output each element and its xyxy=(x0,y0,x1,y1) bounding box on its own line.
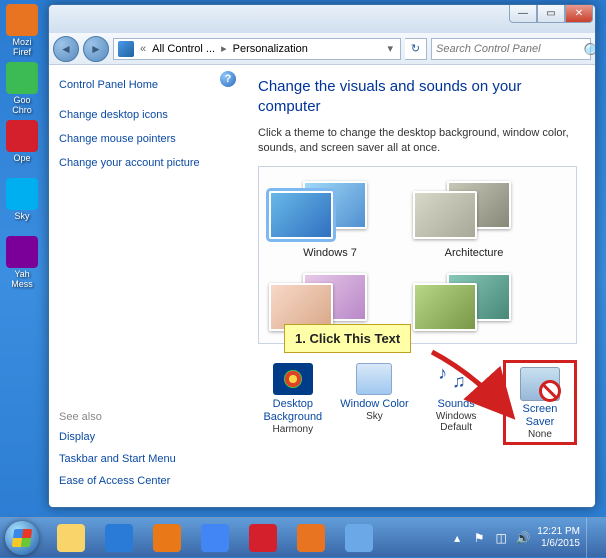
desktop-background-setting[interactable]: Desktop Background Harmony xyxy=(258,360,328,445)
action-center-icon[interactable]: ⚑ xyxy=(471,530,487,546)
breadcrumb[interactable]: « All Control ... ▸ Personalization ▾ xyxy=(113,38,401,60)
page-description: Click a theme to change the desktop back… xyxy=(258,126,577,156)
page-title: Change the visuals and sounds on your co… xyxy=(258,77,577,116)
taskbar-items xyxy=(48,521,382,555)
change-desktop-icons-link[interactable]: Change desktop icons xyxy=(59,109,234,121)
control-panel-icon xyxy=(118,41,134,57)
desktop-icon[interactable]: Sky xyxy=(2,178,42,234)
search-icon: 🔍 xyxy=(583,42,596,56)
taskbar-item-ie[interactable] xyxy=(96,521,142,555)
taskbar-item-opera[interactable] xyxy=(240,521,286,555)
clock[interactable]: 12:21 PM 1/6/2015 xyxy=(537,526,580,550)
window-color-setting[interactable]: Window Color Sky xyxy=(340,360,410,445)
search-box[interactable]: 🔍 xyxy=(431,38,591,60)
icon-label: Yah Mess xyxy=(11,270,33,290)
desktop-background-icon xyxy=(273,363,313,395)
app-icon xyxy=(6,178,38,210)
setting-label: Sounds xyxy=(437,398,474,411)
forward-button[interactable]: ► xyxy=(83,36,109,62)
icon-label: Sky xyxy=(14,212,29,222)
explorer-icon xyxy=(57,524,85,552)
sounds-setting[interactable]: ♪♫ Sounds Windows Default xyxy=(421,360,491,445)
breadcrumb-root[interactable]: All Control ... xyxy=(152,43,215,55)
setting-value: Harmony xyxy=(273,424,314,435)
start-button[interactable] xyxy=(0,518,44,558)
display-link[interactable]: Display xyxy=(59,431,176,443)
taskbar-startmenu-link[interactable]: Taskbar and Start Menu xyxy=(59,453,176,465)
clock-time: 12:21 PM xyxy=(537,526,580,538)
desktop-icon[interactable]: Mozi Firef xyxy=(2,4,42,60)
desktop-icon[interactable]: Yah Mess xyxy=(2,236,42,292)
clock-date: 1/6/2015 xyxy=(537,538,580,550)
windows-orb-icon xyxy=(5,521,39,555)
taskbar-item-explorer[interactable] xyxy=(48,521,94,555)
refresh-button[interactable]: ↻ xyxy=(405,38,427,60)
control-panel-home-link[interactable]: Control Panel Home xyxy=(59,79,234,91)
theme-architecture[interactable]: Architecture xyxy=(409,173,539,259)
screen-saver-icon xyxy=(520,367,560,401)
theme-windows7[interactable]: Windows 7 xyxy=(265,173,395,259)
titlebar: — ▭ ✕ xyxy=(49,5,595,33)
themes-panel[interactable]: Windows 7 Architecture xyxy=(258,166,577,344)
opera-icon xyxy=(249,524,277,552)
control-panel-icon xyxy=(345,524,373,552)
sounds-icon: ♪♫ xyxy=(436,361,476,397)
firefox-icon xyxy=(297,524,325,552)
navbar: ◄ ► « All Control ... ▸ Personalization … xyxy=(49,33,595,65)
control-panel-window: — ▭ ✕ ◄ ► « All Control ... ▸ Personaliz… xyxy=(48,4,596,508)
theme-label: Windows 7 xyxy=(303,247,357,259)
theme-item[interactable] xyxy=(409,265,539,337)
maximize-button[interactable]: ▭ xyxy=(537,5,565,23)
desktop-icon[interactable]: Goo Chro xyxy=(2,62,42,118)
icon-label: Mozi Firef xyxy=(12,38,31,58)
chrome-icon xyxy=(201,524,229,552)
see-also-header: See also xyxy=(59,411,176,423)
network-icon[interactable]: ◫ xyxy=(493,530,509,546)
close-button[interactable]: ✕ xyxy=(565,5,593,23)
app-icon xyxy=(6,62,38,94)
taskbar-item-wmp[interactable] xyxy=(144,521,190,555)
wmp-icon xyxy=(153,524,181,552)
setting-label: Window Color xyxy=(340,398,408,411)
system-tray: ▴ ⚑ ◫ 🔊 12:21 PM 1/6/2015 xyxy=(449,518,606,558)
app-icon xyxy=(6,120,38,152)
desktop-icons: Mozi Firef Goo Chro Ope Sky Yah Mess xyxy=(2,4,44,294)
no-entry-icon xyxy=(539,380,561,402)
taskbar: ▴ ⚑ ◫ 🔊 12:21 PM 1/6/2015 xyxy=(0,517,606,557)
taskbar-item-chrome[interactable] xyxy=(192,521,238,555)
change-mouse-pointers-link[interactable]: Change mouse pointers xyxy=(59,133,234,145)
change-account-picture-link[interactable]: Change your account picture xyxy=(59,157,234,169)
app-icon xyxy=(6,4,38,36)
ease-of-access-link[interactable]: Ease of Access Center xyxy=(59,475,176,487)
setting-value: Sky xyxy=(366,411,383,422)
taskbar-item-firefox[interactable] xyxy=(288,521,334,555)
tray-up-icon[interactable]: ▴ xyxy=(449,530,465,546)
volume-icon[interactable]: 🔊 xyxy=(515,530,531,546)
taskbar-item-control-panel[interactable] xyxy=(336,521,382,555)
breadcrumb-current[interactable]: Personalization xyxy=(233,43,308,55)
search-input[interactable] xyxy=(436,43,579,55)
window-color-icon xyxy=(356,363,392,395)
sidebar: ? Control Panel Home Change desktop icon… xyxy=(49,65,244,507)
theme-label: Architecture xyxy=(445,247,504,259)
icon-label: Ope xyxy=(13,154,30,164)
setting-value: None xyxy=(528,429,552,440)
back-button[interactable]: ◄ xyxy=(53,36,79,62)
desktop-icon[interactable]: Ope xyxy=(2,120,42,176)
setting-label: Screen Saver xyxy=(508,403,572,429)
annotation-callout: 1. Click This Text xyxy=(284,324,411,353)
ie-icon xyxy=(105,524,133,552)
setting-label: Desktop Background xyxy=(258,398,328,424)
icon-label: Goo Chro xyxy=(12,96,32,116)
screen-saver-setting[interactable]: Screen Saver None xyxy=(503,360,577,445)
show-desktop-button[interactable] xyxy=(586,518,600,558)
app-icon xyxy=(6,236,38,268)
setting-value: Windows Default xyxy=(421,411,491,433)
minimize-button[interactable]: — xyxy=(509,5,537,23)
main-content: Change the visuals and sounds on your co… xyxy=(244,65,595,507)
help-icon[interactable]: ? xyxy=(220,71,236,87)
